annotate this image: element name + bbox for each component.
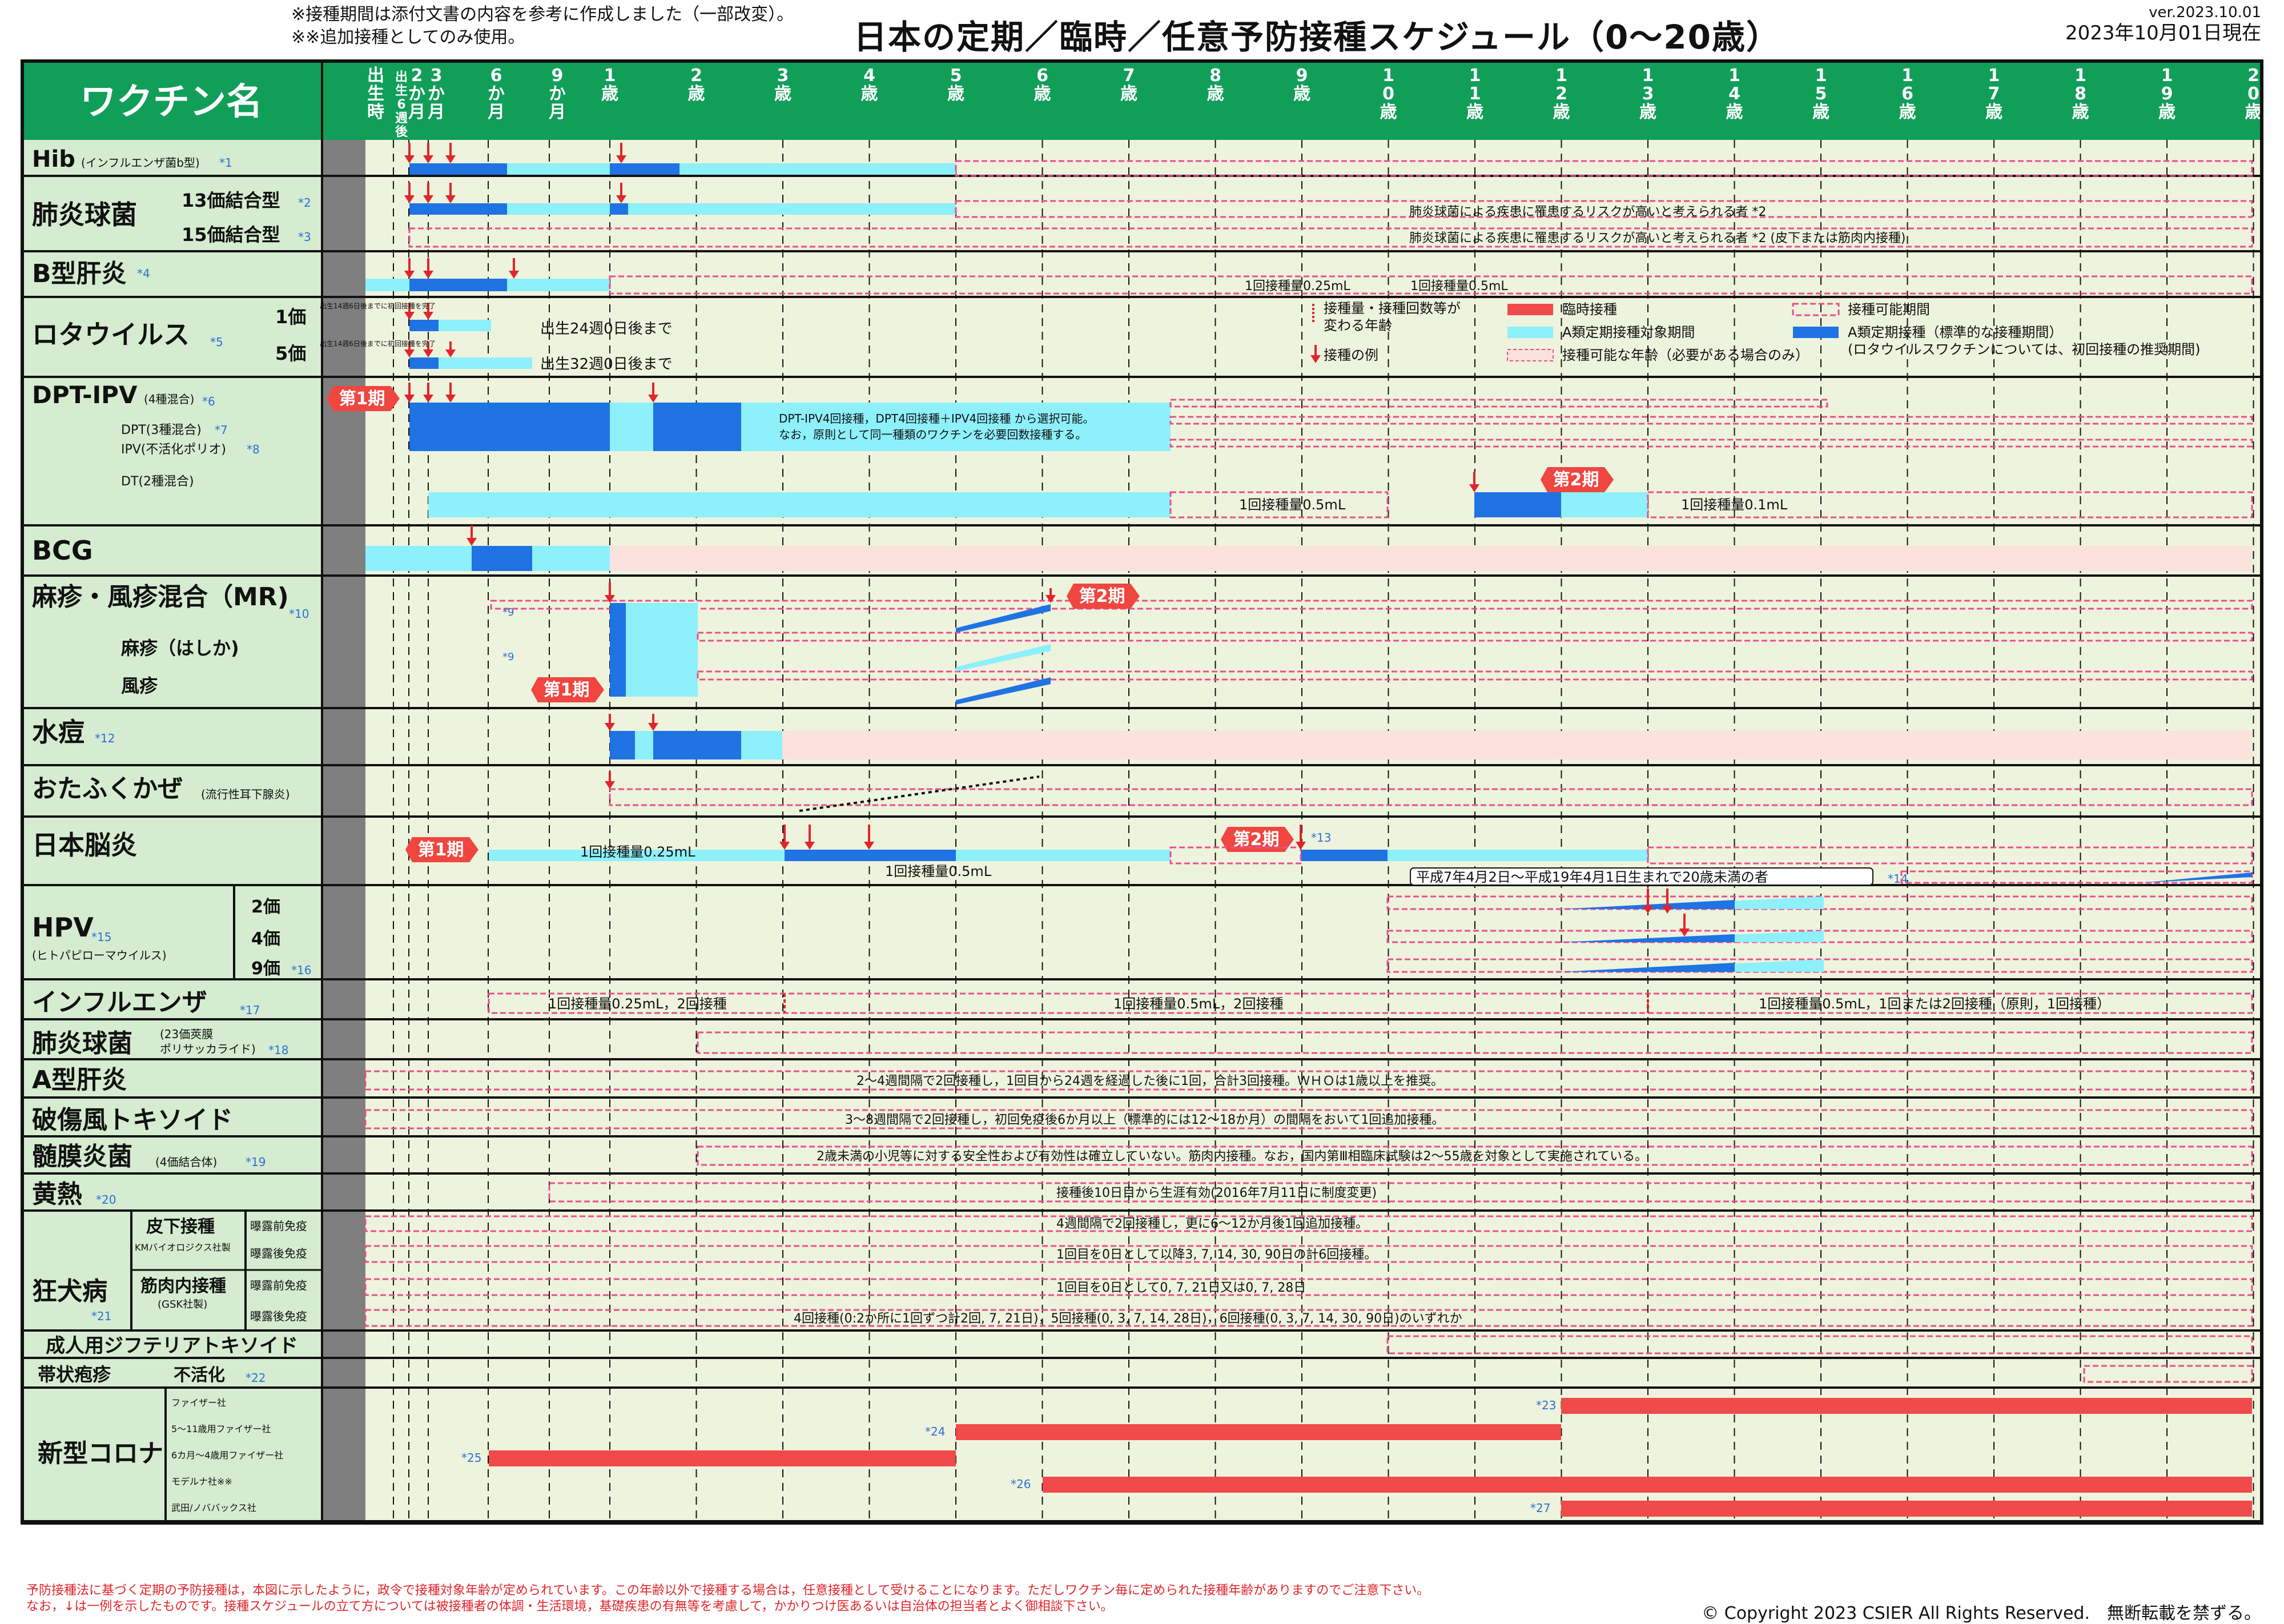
footer-notes: 予防接種法に基づく定期の予防接種は，本図に示したように，政令で接種対象年齢が定め… [26,1583,1429,1615]
page-title: 日本の定期／臨時／任意予防接種スケジュール（0〜20歳） [854,18,1781,57]
version-label: ver.2023.10.01 [2149,4,2261,21]
header-notes: ※接種期間は添付文書の内容を参考に作成しました（一部改変）。 ※※追加接種として… [291,3,794,49]
note-line-2: ※※追加接種としてのみ使用。 [291,27,525,47]
note-line-1: ※接種期間は添付文書の内容を参考に作成しました（一部改変）。 [291,5,794,25]
version-info: ver.2023.10.01 2023年10月01日現在 [2065,2,2261,43]
copyright: © Copyright 2023 CSIER All Rights Reserv… [1702,1603,2261,1623]
chart-frame [21,59,2263,1525]
footer-line-1: 予防接種法に基づく定期の予防接種は，本図に示したように，政令で接種対象年齢が定め… [26,1583,1430,1598]
as-of-date: 2023年10月01日現在 [2065,22,2261,45]
footer-line-2: なお，↓は一例を示したものです。接種スケジュールの立て方については被接種者の体調… [26,1599,1113,1614]
